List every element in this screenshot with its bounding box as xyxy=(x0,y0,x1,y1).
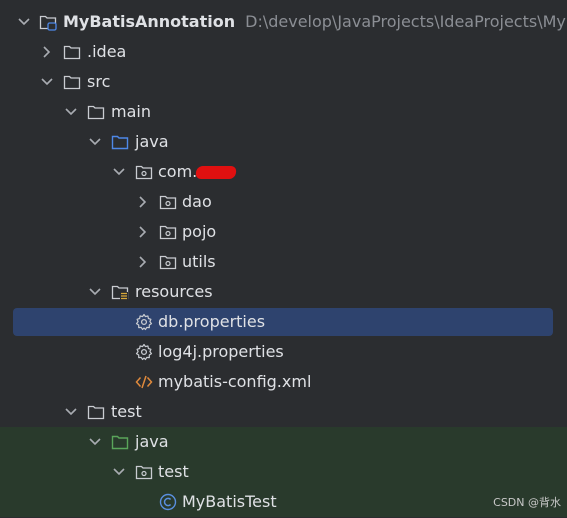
folder-icon xyxy=(87,405,105,420)
tree-row-java-main[interactable]: java xyxy=(0,127,567,157)
chevron-down-icon[interactable] xyxy=(64,105,78,119)
tree-row-idea[interactable]: .idea xyxy=(0,37,567,67)
node-label: java xyxy=(135,132,169,151)
node-label: dao xyxy=(182,192,212,211)
chevron-down-icon[interactable] xyxy=(88,135,102,149)
tree-row-resources[interactable]: resources xyxy=(0,277,567,307)
source-folder-icon xyxy=(111,135,129,150)
xml-file-icon xyxy=(135,375,153,389)
node-label: MyBatisTest xyxy=(182,492,277,511)
node-label: db.properties xyxy=(158,312,266,331)
project-path: D:\develop\JavaProjects\IdeaProjects\MyB… xyxy=(245,12,567,31)
module-folder-icon xyxy=(39,15,57,31)
tree-row-test-package[interactable]: test xyxy=(0,457,567,487)
tree-row-src[interactable]: src xyxy=(0,67,567,97)
chevron-right-icon[interactable] xyxy=(136,225,150,239)
folder-icon xyxy=(63,45,81,60)
node-label: test xyxy=(158,462,189,481)
test-source-folder-icon xyxy=(111,435,129,450)
watermark-text: CSDN @背水 xyxy=(493,496,561,509)
tree-row-project-root[interactable]: MyBatisAnnotation D:\develop\JavaProjects… xyxy=(0,7,567,37)
package-icon xyxy=(159,195,177,210)
node-label: utils xyxy=(182,252,216,271)
tree-row-mybatis-config[interactable]: mybatis-config.xml xyxy=(0,367,567,397)
folder-icon xyxy=(63,75,81,90)
package-icon xyxy=(159,255,177,270)
package-icon xyxy=(135,165,153,180)
selection-highlight xyxy=(13,308,553,336)
java-class-icon xyxy=(159,493,177,511)
chevron-down-icon[interactable] xyxy=(64,405,78,419)
chevron-down-icon[interactable] xyxy=(112,165,126,179)
node-label: .idea xyxy=(87,42,127,61)
node-label: log4j.properties xyxy=(158,342,284,361)
node-label: pojo xyxy=(182,222,217,241)
node-label: resources xyxy=(135,282,213,301)
tree-row-mybatis-test[interactable]: MyBatisTest xyxy=(0,487,567,517)
node-label: src xyxy=(87,72,111,91)
tree-row-dao[interactable]: dao xyxy=(0,187,567,217)
node-label: test xyxy=(111,402,142,421)
redaction-mark xyxy=(195,166,237,179)
chevron-down-icon[interactable] xyxy=(17,15,31,29)
tree-row-test[interactable]: test xyxy=(0,397,567,427)
node-label: com. xyxy=(158,162,198,181)
node-label: java xyxy=(135,432,169,451)
tree-row-package[interactable]: com. xyxy=(0,157,567,187)
chevron-right-icon[interactable] xyxy=(136,195,150,209)
chevron-down-icon[interactable] xyxy=(88,285,102,299)
project-name-text: MyBatisAnnotation xyxy=(63,12,236,31)
project-tree: MyBatisAnnotation D:\develop\JavaProjects… xyxy=(0,7,567,517)
tree-row-main[interactable]: main xyxy=(0,97,567,127)
tree-row-utils[interactable]: utils xyxy=(0,247,567,277)
folder-icon xyxy=(87,105,105,120)
gear-icon xyxy=(135,343,153,361)
resources-folder-icon xyxy=(111,285,129,300)
node-label: main xyxy=(111,102,151,121)
chevron-down-icon[interactable] xyxy=(112,465,126,479)
chevron-down-icon[interactable] xyxy=(40,75,54,89)
tree-row-pojo[interactable]: pojo xyxy=(0,217,567,247)
package-icon xyxy=(135,465,153,480)
tree-row-java-test[interactable]: java xyxy=(0,427,567,457)
tree-row-db-properties[interactable]: db.properties xyxy=(0,307,567,337)
chevron-right-icon[interactable] xyxy=(40,45,54,59)
chevron-right-icon[interactable] xyxy=(136,255,150,269)
gear-icon xyxy=(135,313,153,331)
chevron-down-icon[interactable] xyxy=(88,435,102,449)
node-label: mybatis-config.xml xyxy=(158,372,312,391)
tree-row-log4j-properties[interactable]: log4j.properties xyxy=(0,337,567,367)
package-icon xyxy=(159,225,177,240)
project-name: MyBatisAnnotation D:\develop\JavaProjects… xyxy=(63,7,567,37)
